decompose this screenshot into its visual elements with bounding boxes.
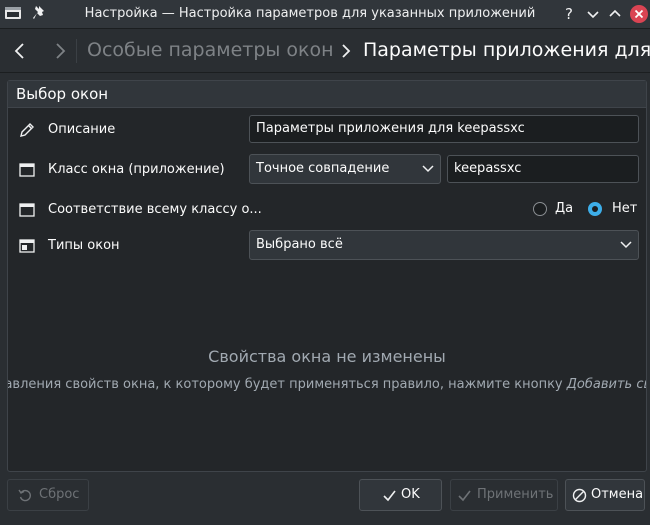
cancel-label: Отмена — [591, 487, 644, 502]
navigation-bar: Особые параметры окон Параметры приложен… — [0, 29, 650, 73]
group-title: Выбор окон — [16, 85, 109, 103]
close-icon — [634, 9, 644, 19]
checkmark-icon — [383, 490, 396, 502]
empty-state-hint-action: Добавить свойс — [566, 377, 646, 392]
window-class-input[interactable]: keepassxc — [447, 155, 639, 183]
window-class-match-value: Точное совпадение — [256, 161, 390, 176]
whole-class-yes-label[interactable]: Да — [555, 201, 573, 216]
ok-label: OK — [401, 487, 420, 502]
whole-class-yes-radio[interactable] — [533, 202, 547, 216]
nav-divider — [76, 39, 77, 63]
pencil-icon — [20, 123, 34, 137]
whole-class-label: Соответствие всему классу о... — [48, 202, 262, 217]
window-icon — [19, 163, 35, 177]
window-types-value: Выбрано всё — [256, 237, 343, 252]
svg-text:?: ? — [565, 5, 573, 23]
window-types-label: Типы окон — [48, 238, 120, 253]
empty-state-hint: добавления свойств окна, к которому буде… — [8, 377, 646, 397]
forward-arrow-icon[interactable] — [52, 41, 68, 61]
settings-app-icon[interactable] — [4, 4, 22, 22]
apply-label: Применить — [477, 487, 554, 502]
cancel-icon — [572, 488, 587, 503]
whole-class-no-radio[interactable] — [588, 202, 602, 216]
window-title: Настройка — Настройка параметров для ука… — [84, 6, 536, 21]
window-icon — [19, 203, 35, 217]
reset-label: Сброс — [39, 487, 80, 502]
reset-button[interactable]: Сброс — [7, 479, 89, 511]
back-arrow-icon[interactable] — [12, 41, 28, 61]
chevron-down-icon — [422, 165, 434, 173]
close-button[interactable] — [630, 5, 648, 23]
breadcrumb-parent[interactable]: Особые параметры окон — [87, 29, 334, 72]
window-types-icon — [19, 239, 35, 253]
description-label: Описание — [48, 122, 116, 137]
maximize-icon[interactable] — [606, 5, 624, 23]
pin-icon[interactable] — [32, 5, 46, 21]
checkmark-icon — [458, 490, 471, 502]
window-class-label: Класс окна (приложение) — [48, 162, 225, 177]
cancel-button[interactable]: Отмена — [565, 479, 645, 511]
reset-icon — [18, 489, 31, 502]
minimize-icon[interactable] — [584, 5, 602, 23]
whole-class-no-label[interactable]: Нет — [612, 201, 637, 216]
description-input[interactable]: Параметры приложения для keepassxc — [249, 115, 639, 143]
apply-button[interactable]: Применить — [450, 479, 558, 511]
help-icon[interactable]: ? — [560, 5, 578, 23]
window-selection-group: Выбор окон Описание Параметры приложения… — [7, 80, 647, 472]
ok-button[interactable]: OK — [359, 479, 442, 511]
window-types-select[interactable]: Выбрано всё — [249, 230, 639, 260]
chevron-down-icon — [620, 241, 632, 249]
window-class-match-select[interactable]: Точное совпадение — [249, 154, 441, 184]
title-bar: Настройка — Настройка параметров для ука… — [0, 0, 650, 29]
empty-state-hint-text: добавления свойств окна, к которому буде… — [8, 377, 563, 392]
breadcrumb-chevron-icon — [342, 44, 351, 58]
breadcrumb-current: Параметры приложения для — [363, 39, 650, 61]
empty-state-title: Свойства окна не изменены — [208, 347, 446, 366]
group-header: Выбор окон — [8, 81, 646, 108]
